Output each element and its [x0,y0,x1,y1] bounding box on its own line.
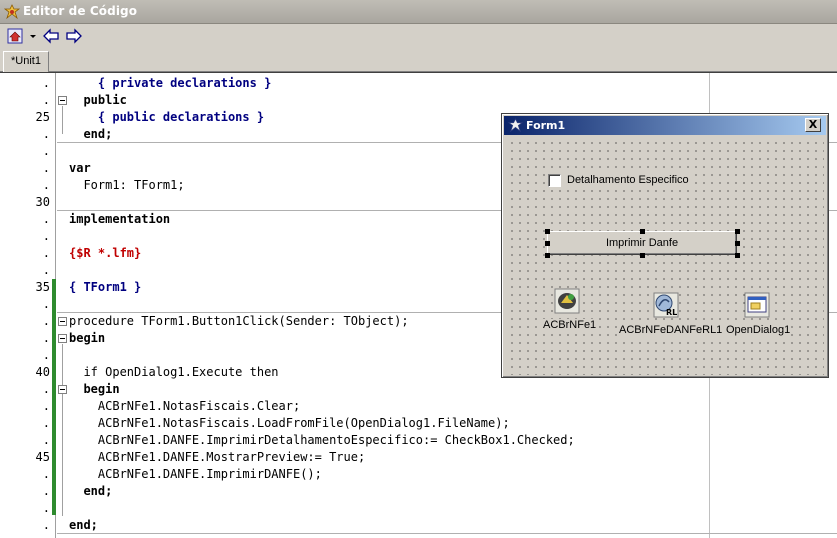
checkbox-box[interactable] [548,174,561,187]
selection-handle[interactable] [640,229,645,234]
code-line: implementation [69,212,171,226]
gutter-line: . [42,127,50,141]
gutter-line: . [42,76,50,90]
gutter-line: . [42,484,50,498]
code-line: ACBrNFe1.NotasFiscais.LoadFromFile(OpenD… [69,416,510,430]
code-line: begin [69,331,106,345]
close-button[interactable]: X [805,118,821,132]
forward-arrow-icon [66,28,82,44]
gutter-line: . [42,178,50,192]
gutter-line: . [42,518,50,532]
code-editor-window: Editor de Código *Unit1 . . 25 . . . . 3… [0,0,837,538]
code-line: ACBrNFe1.DANFE.MostrarPreview:= True; [69,450,366,464]
gutter-line: . [42,399,50,413]
fold-toggle[interactable] [58,96,67,105]
form1-title: Form1 [526,119,566,132]
gutter-line: 25 [35,110,50,124]
svg-text:RL: RL [666,308,677,317]
form1-title-bar[interactable]: Form1 X [504,116,826,135]
fold-line [62,106,63,134]
tab-unit1[interactable]: *Unit1 [3,51,49,73]
component-label: ACBrNFe1 [542,319,598,331]
gutter-line: . [42,331,50,345]
fold-toggle[interactable] [58,317,67,326]
forward-button[interactable] [65,27,83,45]
lazarus-form-icon [508,118,523,133]
code-line: { public declarations } [69,110,265,124]
gutter-line: . [42,297,50,311]
acbr-danfe-rl-component-icon: RL [653,292,679,318]
gutter-line: . [42,246,50,260]
line-number-gutter: . . 25 . . . . 30 . . . . 35 . . . . 40 … [0,73,56,538]
gutter-line: . [42,416,50,430]
acbr-nfe-component-icon [554,288,580,314]
code-line: end; [69,127,113,141]
selection-handle[interactable] [735,253,740,258]
dropdown-arrow-icon [30,35,36,38]
code-line: var [69,161,91,175]
gutter-line: . [42,433,50,447]
code-line: {$R *.lfm} [69,246,142,260]
gutter-line: . [42,382,50,396]
selection-handle[interactable] [640,253,645,258]
component-label: OpenDialog1 [725,324,792,336]
gutter-line: . [42,229,50,243]
gutter-line: . [42,144,50,158]
code-line: ACBrNFe1.DANFE.ImprimirDetalhamentoEspec… [69,433,575,447]
code-line: ACBrNFe1.NotasFiscais.Clear; [69,399,301,413]
code-line: Form1: TForm1; [69,178,185,192]
selection-handle[interactable] [545,229,550,234]
code-line: { TForm1 } [69,280,142,294]
gutter-line: . [42,263,50,277]
gutter-line: . [42,501,50,515]
code-line: end; [69,518,98,532]
home-button[interactable] [6,27,24,45]
component-label: ACBrNFeDANFeRL1 [618,324,724,336]
open-dialog-component-icon [744,292,770,318]
selection-handle[interactable] [545,253,550,258]
gutter-line: . [42,93,50,107]
checkbox-label: Detalhamento Especifico [566,174,690,186]
code-line: if OpenDialog1.Execute then [69,365,279,379]
code-line: procedure TForm1.Button1Click(Sender: TO… [69,314,409,328]
fold-toggle[interactable] [58,385,67,394]
code-line: end; [69,484,113,498]
gutter-line: . [42,212,50,226]
form1-designer-window[interactable]: Form1 X Detalhamento Especifico Imprimir… [501,113,829,378]
form1-design-surface[interactable]: Detalhamento Especifico Imprimir Danfe A… [506,137,824,375]
gutter-line: . [42,467,50,481]
gutter-line: . [42,314,50,328]
fold-line [62,395,63,491]
gutter-line: 30 [35,195,50,209]
title-bar: Editor de Código [0,0,837,24]
code-line: ACBrNFe1.DANFE.ImprimirDANFE(); [69,467,322,481]
close-icon: X [808,118,818,131]
fold-toggle[interactable] [58,334,67,343]
gutter-line: . [42,161,50,175]
gutter-line: 35 [35,280,50,294]
gutter-line: 40 [35,365,50,379]
selection-handle[interactable] [735,241,740,246]
editor-tabs: *Unit1 [0,48,837,73]
code-line: { private declarations } [69,76,272,90]
selection-handle[interactable] [545,241,550,246]
lazarus-icon [4,4,20,20]
selection-handle[interactable] [735,229,740,234]
code-line: begin [69,382,120,396]
home-dropdown-button[interactable] [27,27,39,45]
imprimir-danfe-button[interactable]: Imprimir Danfe [547,231,737,255]
back-button[interactable] [42,27,60,45]
home-icon [7,28,23,44]
window-title: Editor de Código [23,4,138,18]
section-separator [57,533,837,534]
back-arrow-icon [43,28,59,44]
gutter-line: 45 [35,450,50,464]
toolbar [0,24,837,48]
code-line: public [69,93,127,107]
gutter-line: . [42,348,50,362]
